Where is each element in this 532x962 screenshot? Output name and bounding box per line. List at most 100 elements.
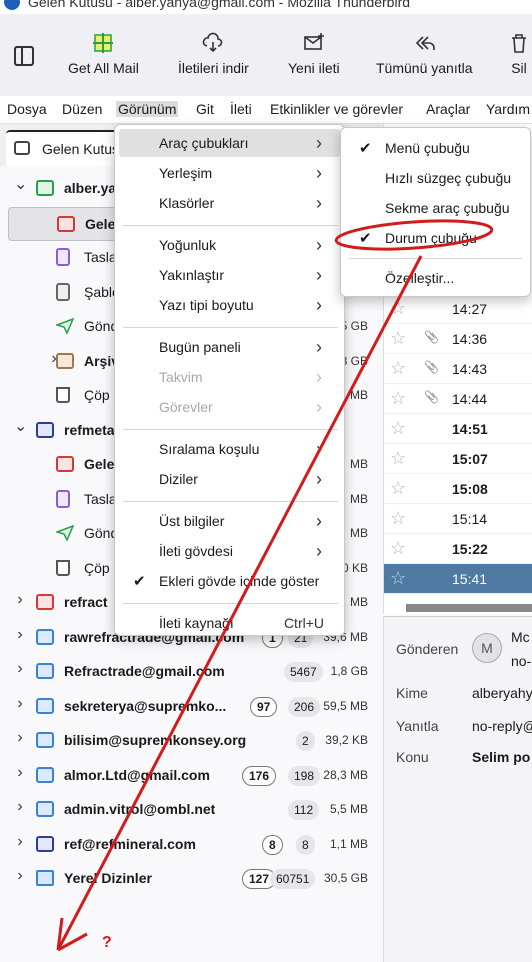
menu-tools[interactable]: Araçlar xyxy=(426,101,470,117)
star-icon[interactable]: ☆ xyxy=(390,479,406,497)
view-menu-item-label: Sıralama koşulu xyxy=(159,441,260,457)
unread-count-badge: 176 xyxy=(242,765,277,786)
paperclip-icon: 📎 xyxy=(424,390,439,404)
view-menu-item[interactable]: İleti gövdesi › xyxy=(119,537,340,565)
download-messages-button[interactable]: İletileri indir xyxy=(178,32,249,76)
toolbars-menu-item[interactable]: Hızlı süzgeç çubuğu xyxy=(345,164,526,192)
star-icon[interactable]: ☆ xyxy=(390,539,406,557)
message-row[interactable]: ☆ 15:22 xyxy=(384,534,532,564)
star-icon[interactable]: ☆ xyxy=(390,419,406,437)
folder-name: bilisim@supremkonsey.org xyxy=(64,732,247,748)
folder-row[interactable]: › admin.vitrol@ombl.net 112 5,5 MB xyxy=(0,793,382,827)
toolbars-menu-item[interactable]: Sekme araç çubuğu xyxy=(345,194,526,222)
menu-separator xyxy=(123,501,338,502)
folder-size: 5,5 MB xyxy=(329,802,368,816)
new-message-button[interactable]: Yeni ileti xyxy=(288,32,340,76)
from-name[interactable]: Mc xyxy=(511,629,530,645)
chevron-right-icon[interactable]: › xyxy=(14,798,26,816)
shortcut-label: Ctrl+U xyxy=(283,615,324,631)
paperclip-icon: 📎 xyxy=(424,360,439,374)
star-icon[interactable]: ☆ xyxy=(390,329,406,347)
message-time: 14:44 xyxy=(452,391,488,407)
tab-inbox[interactable]: Gelen Kutusu xyxy=(6,130,127,166)
inbox-red-folder-icon xyxy=(56,456,74,472)
chevron-right-icon[interactable]: › xyxy=(14,660,26,678)
folder-row[interactable]: › ref@refmineral.com 8 8 1,1 MB xyxy=(0,828,382,862)
chevron-right-icon[interactable]: › xyxy=(14,591,26,609)
delete-button[interactable]: Sil xyxy=(508,32,530,76)
chevron-right-icon[interactable]: › xyxy=(14,867,26,885)
reply-all-button[interactable]: Tümünü yanıtla xyxy=(376,32,473,76)
chevron-right-icon[interactable]: › xyxy=(14,695,26,713)
menu-file[interactable]: Dosya xyxy=(7,101,47,117)
star-icon[interactable]: ☆ xyxy=(390,359,406,377)
star-icon[interactable]: ☆ xyxy=(390,569,406,587)
menu-view[interactable]: Görünüm xyxy=(116,101,179,117)
menu-events-tasks[interactable]: Etkinlikler ve görevler xyxy=(270,101,403,117)
folder-row[interactable]: › Refractrade@gmail.com 5467 1,8 GB xyxy=(0,655,382,689)
view-menu-item[interactable]: Yazı tipi boyutu › xyxy=(119,291,340,319)
reply-all-icon xyxy=(376,32,473,54)
toolbars-menu-item[interactable]: ✔ Durum çubuğu xyxy=(345,224,526,252)
message-row[interactable]: ☆ 15:07 xyxy=(384,444,532,474)
message-row[interactable]: ☆ 14:27 xyxy=(384,294,532,324)
view-menu-item[interactable]: Yakınlaştır › xyxy=(119,261,340,289)
folder-size: 59,5 MB xyxy=(323,698,368,713)
toolbars-menu-item[interactable]: Özelleştir... xyxy=(345,264,526,292)
message-row[interactable]: ☆ 14:51 xyxy=(384,414,532,444)
chevron-right-icon[interactable]: › xyxy=(14,626,26,644)
unread-count-badge: 8 xyxy=(262,834,283,855)
view-menu-item[interactable]: Yoğunluk › xyxy=(119,231,340,259)
star-icon[interactable]: ☆ xyxy=(390,509,406,527)
view-menu-item[interactable]: Araç çubukları › xyxy=(119,129,340,157)
from-email[interactable]: no- xyxy=(511,653,531,669)
folder-row[interactable]: › sekreterya@supremko... 97 206 59,5 MB xyxy=(0,690,382,724)
view-menu-item[interactable]: Yerleşim › xyxy=(119,159,340,187)
message-row[interactable]: ☆ 15:14 xyxy=(384,504,532,534)
menu-help[interactable]: Yardım xyxy=(486,101,530,117)
chevron-down-icon[interactable]: ⌄ xyxy=(14,174,27,194)
total-count-badge: 112 xyxy=(288,800,320,820)
delete-label: Sil xyxy=(511,60,527,76)
view-menu-item[interactable]: ✔ Ekleri gövde içinde göster xyxy=(119,567,340,595)
horizontal-scrollbar[interactable] xyxy=(406,604,532,612)
folder-row[interactable]: › Yerel Dizinler 127 60751 30,5 GB xyxy=(0,862,382,896)
folder-row[interactable]: › bilisim@supremkonsey.org 2 39,2 KB xyxy=(0,724,382,758)
menu-edit[interactable]: Düzen xyxy=(62,101,102,117)
to-value[interactable]: alberyahy xyxy=(472,685,532,701)
inbox-red-folder-icon xyxy=(57,215,75,232)
view-menu-item[interactable]: Üst bilgiler › xyxy=(119,507,340,535)
message-row[interactable]: ☆ 15:08 xyxy=(384,474,532,504)
get-all-mail-button[interactable]: Get All Mail xyxy=(68,32,139,76)
view-menu-item[interactable]: Klasörler › xyxy=(119,189,340,217)
star-icon[interactable]: ☆ xyxy=(390,449,406,467)
view-menu-item: Takvim › xyxy=(119,363,340,391)
view-menu-item-label: Yazı tipi boyutu xyxy=(159,297,254,313)
message-row[interactable]: ☆ 15:41 xyxy=(384,564,532,594)
chevron-down-icon[interactable]: ⌄ xyxy=(14,416,27,436)
view-menu-item[interactable]: Diziler › xyxy=(119,465,340,493)
sidebar-toggle-icon[interactable] xyxy=(14,46,34,66)
chevron-right-icon[interactable]: › xyxy=(14,833,26,851)
chevron-right-icon[interactable]: › xyxy=(14,764,26,782)
reply-to-value[interactable]: no-reply@ xyxy=(472,718,532,734)
view-menu-item[interactable]: Bugün paneli › xyxy=(119,333,340,361)
star-icon[interactable]: ☆ xyxy=(390,389,406,407)
chevron-right-icon[interactable]: › xyxy=(14,729,26,747)
star-icon[interactable]: ☆ xyxy=(390,299,406,317)
folder-size: 28,3 MB xyxy=(323,767,368,782)
message-time: 15:22 xyxy=(452,541,488,557)
message-time: 14:51 xyxy=(452,421,488,437)
paperclip-icon: 📎 xyxy=(424,330,439,344)
view-menu-item[interactable]: İleti kaynağı Ctrl+U xyxy=(119,609,340,637)
message-time: 15:07 xyxy=(452,451,488,467)
message-row[interactable]: ☆ 📎 14:36 xyxy=(384,324,532,354)
message-row[interactable]: ☆ 📎 14:44 xyxy=(384,384,532,414)
message-row[interactable]: ☆ 📎 14:43 xyxy=(384,354,532,384)
menu-message[interactable]: İleti xyxy=(230,101,252,117)
view-menu-item[interactable]: Sıralama koşulu › xyxy=(119,435,340,463)
toolbars-menu-item[interactable]: ✔ Menü çubuğu xyxy=(345,134,526,162)
menu-go[interactable]: Git xyxy=(196,101,214,117)
mail-folder-icon xyxy=(36,835,54,852)
folder-row[interactable]: › almor.Ltd@gmail.com 176 198 28,3 MB xyxy=(0,759,382,793)
